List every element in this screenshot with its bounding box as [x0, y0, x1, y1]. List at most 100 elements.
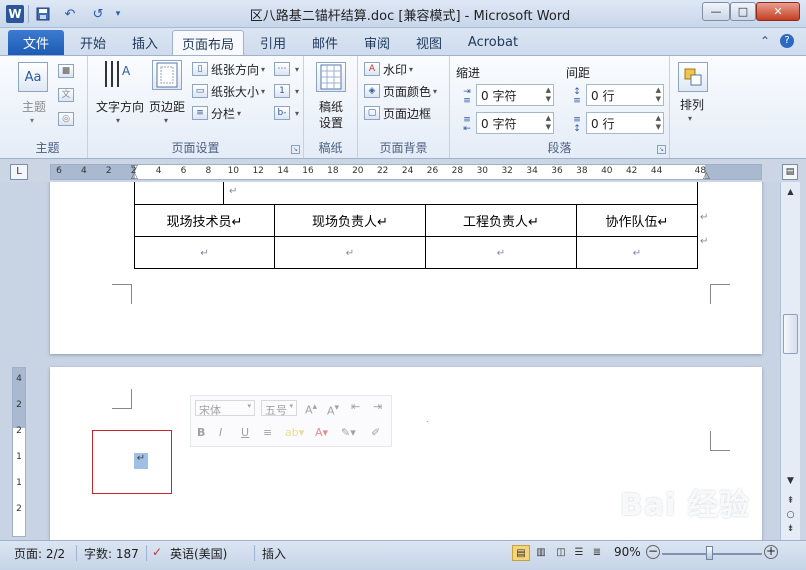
grow-font-icon[interactable]: A▴ [305, 401, 317, 417]
tab-review[interactable]: 审阅 [354, 30, 400, 55]
table-cell[interactable]: ↵ [134, 236, 275, 269]
spacing-after-spinner-icon[interactable]: ▲ ▼ [656, 114, 661, 132]
tab-selector-icon[interactable]: L [10, 164, 28, 180]
vertical-ruler[interactable]: 4 2 2 1 1 2 [12, 367, 26, 537]
draft-paper-button-line2[interactable]: 设置 [310, 114, 352, 131]
indent-left-spinner-icon[interactable]: ▲ ▼ [546, 86, 551, 104]
scroll-down-icon[interactable]: ▼ [783, 474, 798, 489]
center-align-icon[interactable]: ≡ [263, 426, 272, 439]
indent-right-spinner-icon[interactable]: ▲ ▼ [546, 114, 551, 132]
minimize-button[interactable]: — [702, 2, 730, 21]
themes-button[interactable]: 主题 [14, 98, 54, 115]
page-setup-launcher-icon[interactable]: ↘ [291, 145, 300, 154]
mini-toolbar[interactable]: 宋体 ▾ 五号 ▾ A▴ A▾ ⇤ ⇥ B I U ≡ ab▾ A▾ ✎▾ ✐ [190, 395, 392, 447]
collapse-ribbon-icon[interactable]: ⌃ [760, 34, 770, 48]
table-header-cell[interactable]: 工程负责人↵ [425, 204, 577, 237]
save-icon[interactable] [34, 5, 52, 23]
spacing-before-spinner-icon[interactable]: ▲ ▼ [656, 86, 661, 104]
table-cell[interactable]: ↵ [274, 236, 426, 269]
italic-icon[interactable]: I [219, 426, 222, 439]
tab-insert[interactable]: 插入 [122, 30, 168, 55]
close-button[interactable]: ✕ [756, 2, 800, 21]
insert-mode[interactable]: 插入 [262, 545, 286, 562]
draft-paper-icon[interactable] [316, 62, 346, 92]
full-screen-reading-icon[interactable]: ▥ [532, 545, 550, 561]
hanging-indent-marker-icon[interactable]: △ [131, 171, 138, 181]
margins-button[interactable]: 页边距 [146, 98, 188, 115]
page-color-button[interactable]: ◈ 页面颜色 ▾ [364, 82, 437, 100]
mini-font-select[interactable]: 宋体 ▾ [195, 400, 255, 417]
proofing-icon[interactable]: ✓ [152, 545, 162, 559]
zoom-in-icon[interactable]: + [764, 545, 778, 559]
hyphenation-button[interactable]: b- ▾ [274, 104, 299, 122]
format-painter-icon[interactable]: ✎▾ [341, 426, 356, 439]
table-header-cell[interactable]: 协作队伍↵ [576, 204, 698, 237]
zoom-out-icon[interactable]: − [646, 545, 660, 559]
tab-acrobat[interactable]: Acrobat [462, 30, 524, 55]
themes-icon[interactable]: Aa [18, 62, 48, 92]
web-layout-icon[interactable]: ◫ [552, 545, 570, 561]
word-app-icon[interactable]: W [6, 5, 24, 23]
arrange-button[interactable]: 排列 [674, 96, 710, 113]
horizontal-ruler[interactable]: 6 4 2 2 4 6 8 10 12 14 16 18 20 22 24 26 28 30 32 34 36 38 40 4… [50, 164, 762, 181]
tab-page-layout[interactable]: 页面布局 [172, 30, 244, 55]
selected-paragraph-mark[interactable]: ↵ [134, 453, 148, 469]
previous-page-icon[interactable]: ⇞ [783, 494, 798, 509]
spacing-after-input[interactable]: 0 行 ▲ ▼ [586, 112, 664, 134]
text-direction-button[interactable]: 文字方向 [94, 98, 146, 115]
arrange-icon[interactable] [678, 62, 708, 92]
line-numbers-button[interactable]: 1 ▾ [274, 82, 299, 100]
text-direction-dropdown-icon[interactable]: ▾ [116, 116, 120, 125]
paragraph-launcher-icon[interactable]: ↘ [657, 145, 666, 154]
scroll-thumb[interactable] [783, 314, 798, 354]
columns-button[interactable]: ≡ 分栏 ▾ [192, 104, 241, 122]
tab-home[interactable]: 开始 [70, 30, 116, 55]
language-status[interactable]: 英语(美国) [170, 545, 227, 562]
arrange-dropdown-icon[interactable]: ▾ [688, 114, 692, 123]
tab-references[interactable]: 引用 [250, 30, 296, 55]
undo-button[interactable]: ↶ [58, 5, 82, 23]
orientation-button[interactable]: ▯ 纸张方向 ▾ [192, 60, 265, 78]
bold-icon[interactable]: B [197, 426, 205, 439]
right-indent-marker-icon[interactable]: △ [703, 171, 710, 181]
page-borders-button[interactable]: ▢ 页面边框 [364, 104, 431, 122]
margins-dropdown-icon[interactable]: ▾ [164, 116, 168, 125]
redo-button[interactable]: ↺ [88, 5, 108, 23]
spacing-before-input[interactable]: 0 行 ▲ ▼ [586, 84, 664, 106]
outline-view-icon[interactable]: ☰ [570, 545, 588, 561]
highlight-color-icon[interactable]: ab▾ [285, 426, 304, 439]
table-header-cell[interactable]: 现场负责人↵ [274, 204, 426, 237]
tab-file[interactable]: 文件 [8, 30, 64, 55]
table-header-cell[interactable]: 现场技术员↵ [134, 204, 275, 237]
zoom-slider-thumb[interactable] [706, 546, 713, 560]
page-counter[interactable]: 页面: 2/2 [14, 545, 65, 562]
styles-icon[interactable]: ✐ [371, 426, 380, 439]
tab-view[interactable]: 视图 [406, 30, 452, 55]
theme-fonts-icon[interactable]: 文 [58, 88, 74, 102]
indent-left-input[interactable]: 0 字符 ▲ ▼ [476, 84, 554, 106]
scroll-up-icon[interactable]: ▲ [783, 184, 798, 199]
size-button[interactable]: ▭ 纸张大小 ▾ [192, 82, 265, 100]
word-count[interactable]: 字数: 187 [84, 545, 139, 562]
text-direction-icon[interactable]: A [102, 60, 132, 90]
margins-icon[interactable] [152, 60, 182, 90]
customize-quick-access-button[interactable]: ▾ [112, 5, 124, 23]
font-color-icon[interactable]: A▾ [315, 426, 328, 439]
shrink-font-icon[interactable]: A▾ [327, 402, 339, 418]
next-page-icon[interactable]: ⇟ [783, 522, 798, 537]
indent-right-input[interactable]: 0 字符 ▲ ▼ [476, 112, 554, 134]
page-1[interactable]: ↵ 现场技术员↵ 现场负责人↵ 工程负责人↵ 协作队伍↵ ↵ ↵ ↵ ↵ ↵ ↵ [50, 182, 762, 354]
mini-size-select[interactable]: 五号 ▾ [261, 400, 297, 417]
view-ruler-icon[interactable]: ▤ [782, 164, 798, 180]
help-icon[interactable]: ? [780, 34, 794, 48]
theme-colors-icon[interactable]: ■ [58, 64, 74, 78]
vertical-scrollbar[interactable]: ▲ ▼ ⇞ ○ ⇟ [780, 182, 800, 540]
breaks-button[interactable]: ⋯ ▾ [274, 60, 299, 78]
tab-mailings[interactable]: 邮件 [302, 30, 348, 55]
decrease-indent-icon[interactable]: ⇤ [351, 400, 360, 413]
zoom-level[interactable]: 90% [614, 545, 641, 559]
watermark-button[interactable]: A 水印 ▾ [364, 60, 413, 78]
browse-object-icon[interactable]: ○ [783, 508, 798, 523]
table-cell[interactable]: ↵ [576, 236, 698, 269]
theme-effects-icon[interactable]: ◎ [58, 112, 74, 126]
